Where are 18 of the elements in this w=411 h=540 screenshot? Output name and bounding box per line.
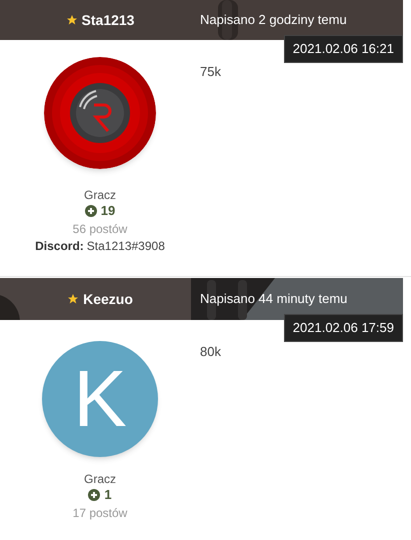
plus-icon [88, 489, 100, 501]
user-rank: Gracz [84, 187, 116, 203]
reputation-count: 19 [100, 203, 116, 219]
post-time: Napisano 44 minuty temu [200, 290, 348, 308]
field-value: Sta1213#3908 [86, 238, 165, 254]
timestamp-tooltip: 2021.02.06 16:21 [284, 35, 403, 62]
post-time: Napisano 2 godziny temu [200, 11, 347, 30]
post-content: 80k [200, 343, 221, 361]
post-count: 56 postów [72, 221, 128, 237]
reputation-count: 1 [104, 487, 112, 503]
timestamp-tooltip: 2021.02.06 17:59 [284, 314, 403, 342]
user-rank: Gracz [84, 471, 116, 487]
post-count: 17 postów [72, 505, 128, 521]
plus-icon [84, 205, 97, 217]
field-label: Discord: [35, 238, 84, 254]
post-content: 75k [200, 63, 221, 81]
author-link[interactable]: Sta1213 [82, 10, 134, 30]
author-link[interactable]: Keezuo [83, 288, 133, 310]
